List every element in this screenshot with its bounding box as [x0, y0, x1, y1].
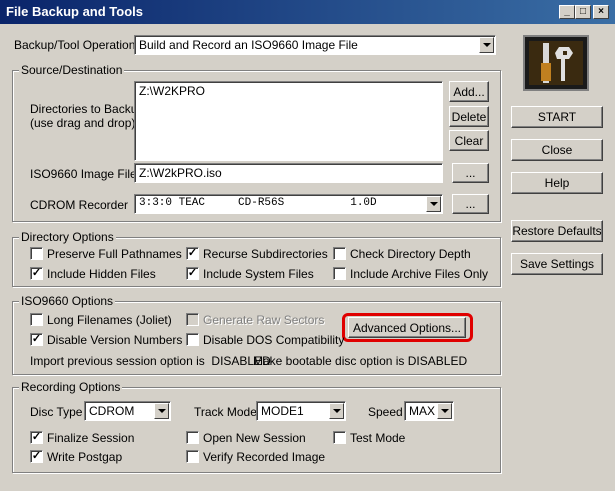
chevron-down-icon[interactable] — [479, 37, 494, 53]
open-new-session-label: Open New Session — [203, 431, 306, 445]
window-title: File Backup and Tools — [6, 4, 144, 19]
source-destination-legend: Source/Destination — [19, 63, 125, 77]
restore-defaults-button[interactable]: Restore Defaults — [511, 220, 603, 242]
track-mode-value: MODE1 — [261, 404, 304, 418]
bootable-disc-status: Make bootable disc option is DISABLED — [253, 354, 468, 368]
chevron-down-icon[interactable] — [437, 403, 452, 419]
advanced-options-button[interactable]: Advanced Options... — [348, 317, 466, 338]
iso-file-input[interactable]: Z:\W2kPRO.iso — [134, 163, 443, 183]
list-item[interactable]: Z:\W2KPRO — [139, 84, 205, 98]
write-postgap-checkbox[interactable]: ✓ — [30, 450, 43, 463]
delete-button[interactable]: Delete — [449, 106, 489, 127]
speed-select[interactable]: MAX — [404, 401, 454, 421]
cdrom-select[interactable]: 3:3:0 TEAC CD-R56S 1.0D — [134, 194, 443, 214]
start-button[interactable]: START — [511, 106, 603, 128]
include-system-checkbox[interactable]: ✓ — [186, 267, 199, 280]
verify-image-checkbox[interactable] — [186, 450, 199, 463]
operation-select[interactable]: Build and Record an ISO9660 Image File — [134, 35, 496, 55]
screwdriver-wrench-icon — [525, 37, 587, 89]
long-filenames-label: Long Filenames (Joliet) — [47, 313, 172, 327]
iso-file-label: ISO9660 Image File — [30, 167, 137, 181]
title-bar[interactable]: File Backup and Tools _ □ × — [0, 0, 615, 24]
help-button[interactable]: Help — [511, 172, 603, 194]
disable-dos-compat-label: Disable DOS Compatibility — [203, 333, 345, 347]
long-filenames-checkbox[interactable] — [30, 313, 43, 326]
operation-value: Build and Record an ISO9660 Image File — [139, 38, 358, 52]
track-mode-select[interactable]: MODE1 — [256, 401, 346, 421]
open-new-session-checkbox[interactable] — [186, 431, 199, 444]
speed-value: MAX — [409, 404, 436, 418]
disable-version-numbers-label: Disable Version Numbers — [47, 333, 183, 347]
close-window-button[interactable]: × — [593, 5, 609, 19]
include-hidden-label: Include Hidden Files — [47, 267, 156, 281]
chevron-down-icon[interactable] — [426, 196, 441, 212]
clear-button[interactable]: Clear — [449, 130, 489, 151]
minimize-button[interactable]: _ — [559, 5, 575, 19]
generate-raw-sectors-label: Generate Raw Sectors — [203, 313, 325, 327]
save-settings-button[interactable]: Save Settings — [511, 253, 603, 275]
disable-version-numbers-checkbox[interactable]: ✓ — [30, 333, 43, 346]
dirs-label-line1: Directories to Backup — [30, 102, 145, 116]
add-button[interactable]: Add... — [449, 81, 489, 102]
include-archive-checkbox[interactable] — [333, 267, 346, 280]
include-archive-label: Include Archive Files Only — [350, 267, 489, 281]
tool-icon-frame — [523, 35, 589, 91]
disc-type-label: Disc Type — [30, 405, 83, 419]
recording-options-legend: Recording Options — [19, 380, 123, 394]
write-postgap-label: Write Postgap — [47, 450, 123, 464]
directories-list[interactable]: Z:\W2KPRO — [134, 81, 443, 161]
maximize-button[interactable]: □ — [575, 5, 591, 19]
cdrom-browse-button[interactable]: ... — [452, 194, 489, 214]
track-mode-label: Track Mode — [194, 405, 257, 419]
test-mode-label: Test Mode — [350, 431, 406, 445]
check-directory-depth-checkbox[interactable] — [333, 247, 346, 260]
recurse-subdirectories-label: Recurse Subdirectories — [203, 247, 328, 261]
cdrom-label: CDROM Recorder — [30, 198, 129, 212]
directory-options-legend: Directory Options — [19, 230, 116, 244]
disc-type-select[interactable]: CDROM — [84, 401, 171, 421]
include-system-label: Include System Files — [203, 267, 314, 281]
iso9660-options-legend: ISO9660 Options — [19, 294, 116, 308]
test-mode-checkbox[interactable] — [333, 431, 346, 444]
cdrom-value: 3:3:0 TEAC CD-R56S 1.0D — [139, 197, 377, 209]
recurse-subdirectories-checkbox[interactable]: ✓ — [186, 247, 199, 260]
preserve-pathnames-label: Preserve Full Pathnames — [47, 247, 182, 261]
include-hidden-checkbox[interactable]: ✓ — [30, 267, 43, 280]
check-directory-depth-label: Check Directory Depth — [350, 247, 471, 261]
disable-dos-compat-checkbox[interactable] — [186, 333, 199, 346]
close-button[interactable]: Close — [511, 139, 603, 161]
speed-label: Speed — [368, 405, 403, 419]
iso-file-value: Z:\W2kPRO.iso — [139, 166, 222, 180]
finalize-session-checkbox[interactable]: ✓ — [30, 431, 43, 444]
chevron-down-icon[interactable] — [329, 403, 344, 419]
operation-label: Backup/Tool Operation — [14, 38, 136, 52]
verify-image-label: Verify Recorded Image — [203, 450, 326, 464]
preserve-pathnames-checkbox[interactable] — [30, 247, 43, 260]
dirs-label-line2: (use drag and drop) — [30, 116, 136, 130]
chevron-down-icon[interactable] — [154, 403, 169, 419]
iso-browse-button[interactable]: ... — [452, 163, 489, 183]
import-session-status: Import previous session option is DISABL… — [30, 354, 271, 368]
generate-raw-sectors-checkbox — [186, 313, 199, 326]
disc-type-value: CDROM — [89, 404, 135, 418]
finalize-session-label: Finalize Session — [47, 431, 135, 445]
